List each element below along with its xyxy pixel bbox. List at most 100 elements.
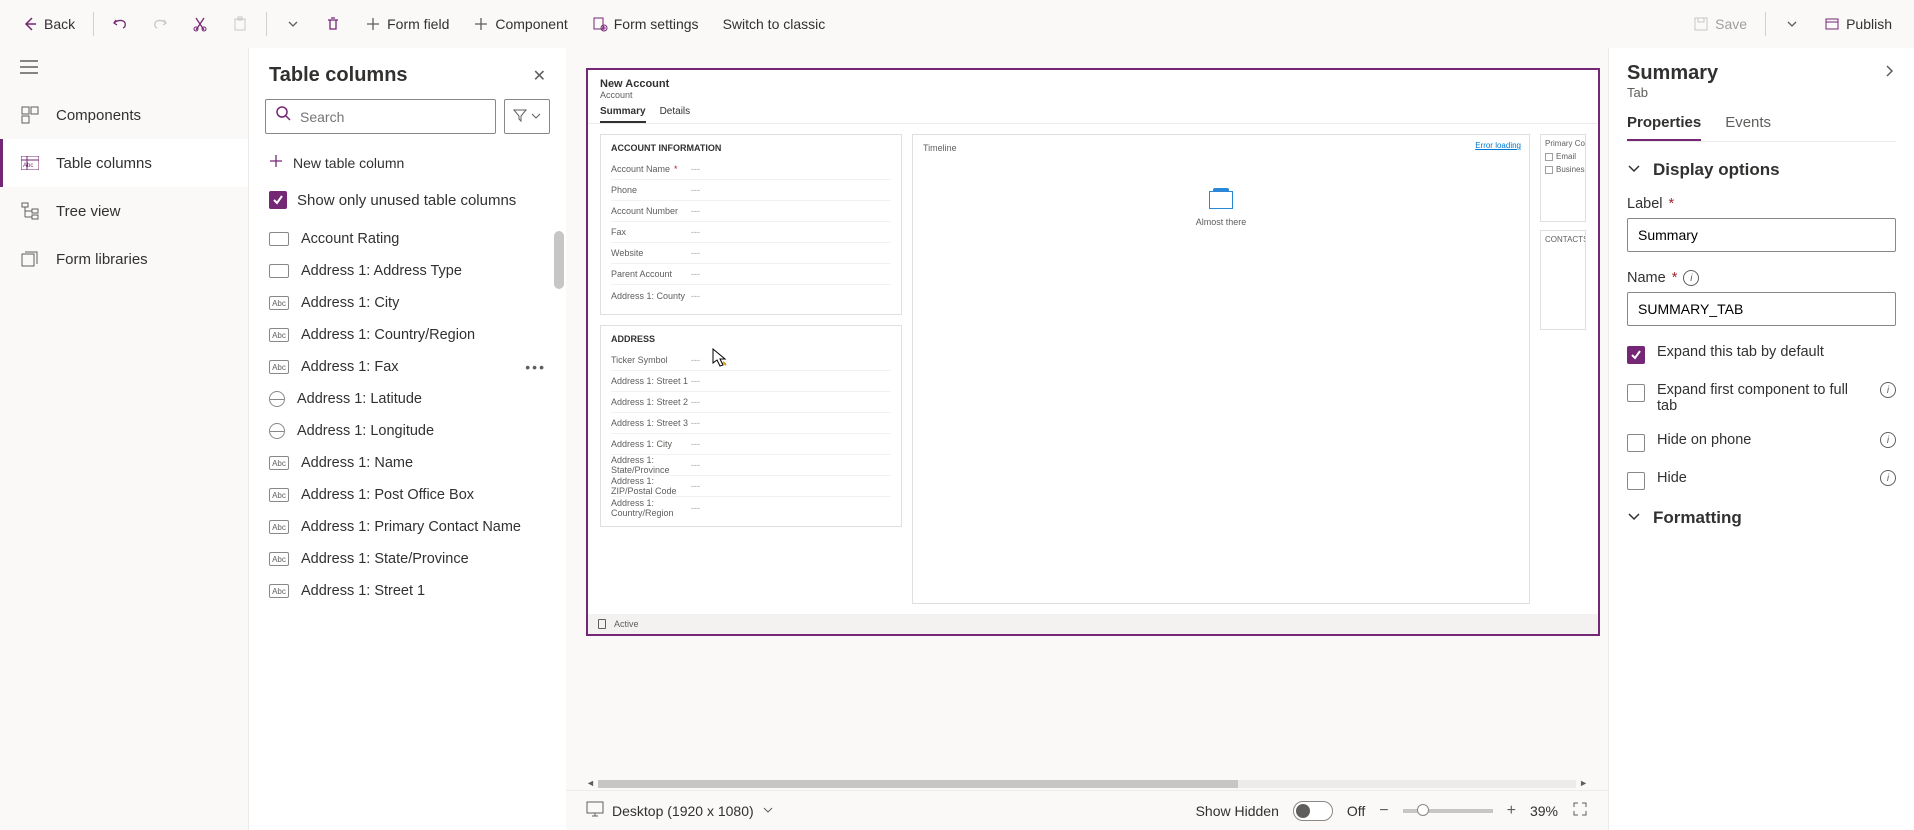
zoom-in-button[interactable]: + — [1507, 802, 1516, 820]
column-item[interactable]: AbcAddress 1: Fax••• — [249, 351, 566, 383]
back-button[interactable]: Back — [12, 10, 85, 38]
close-panel-button[interactable]: ✕ — [533, 66, 546, 86]
info-icon[interactable]: i — [1683, 270, 1699, 286]
card-field: Business — [1556, 165, 1586, 174]
form-field-row[interactable]: Address 1: Street 2--- — [611, 392, 891, 413]
undo-button[interactable] — [102, 10, 138, 38]
publish-button[interactable]: Publish — [1814, 10, 1902, 38]
svg-text:Abc: Abc — [23, 163, 33, 169]
switch-classic-button[interactable]: Switch to classic — [713, 10, 836, 38]
form-field-row[interactable]: Address 1: Country/Region--- — [611, 497, 891, 518]
rail-item-table-columns[interactable]: Abc Table columns — [0, 139, 248, 187]
horizontal-scrollbar[interactable]: ◄ ► — [586, 778, 1588, 790]
filter-button[interactable] — [504, 99, 550, 134]
delete-button[interactable] — [315, 10, 351, 38]
show-unused-checkbox-row[interactable]: Show only unused table columns — [249, 181, 566, 223]
column-item[interactable]: Account Rating — [249, 223, 566, 255]
rail-item-form-libraries[interactable]: Form libraries — [0, 235, 248, 283]
column-item[interactable]: AbcAddress 1: Post Office Box — [249, 479, 566, 511]
rail-label: Table columns — [56, 155, 152, 172]
form-field-row[interactable]: Website--- — [611, 243, 891, 264]
section-account-info[interactable]: ACCOUNT INFORMATION Account Name*---Phon… — [600, 134, 902, 315]
prop-tab-events[interactable]: Events — [1725, 114, 1771, 141]
form-settings-button[interactable]: Form settings — [582, 10, 709, 38]
form-field-row[interactable]: Account Number--- — [611, 201, 891, 222]
form-tab-details[interactable]: Details — [660, 106, 691, 123]
show-hidden-toggle[interactable] — [1293, 801, 1333, 821]
add-form-field-button[interactable]: Form field — [355, 10, 459, 38]
save-button[interactable]: Save — [1683, 10, 1757, 38]
paste-button[interactable] — [222, 10, 258, 38]
scrollbar-thumb[interactable] — [554, 231, 564, 289]
search-input-wrapper[interactable] — [265, 99, 496, 134]
primary-contact-card[interactable]: Primary Co Email Business — [1540, 134, 1586, 222]
zoom-slider[interactable] — [1403, 809, 1493, 813]
form-field-row[interactable]: Address 1: City--- — [611, 434, 891, 455]
save-dropdown[interactable] — [1774, 10, 1810, 38]
name-input[interactable] — [1627, 292, 1896, 326]
hide-phone-checkbox[interactable]: Hide on phone i — [1627, 432, 1896, 452]
column-item[interactable]: AbcAddress 1: Primary Contact Name — [249, 511, 566, 543]
viewport-label[interactable]: Desktop (1920 x 1080) — [612, 803, 754, 819]
column-item[interactable]: AbcAddress 1: State/Province — [249, 543, 566, 575]
form-field-row[interactable]: Address 1: State/Province--- — [611, 455, 891, 476]
section-display-options[interactable]: Display options — [1627, 160, 1896, 180]
cut-button[interactable] — [182, 10, 218, 38]
form-field-row[interactable]: Parent Account--- — [611, 264, 891, 285]
info-icon[interactable]: i — [1880, 470, 1896, 486]
form-field-row[interactable]: Address 1: County--- — [611, 285, 891, 306]
timeline-section[interactable]: Error loading Timeline Almost there — [912, 134, 1530, 604]
column-item[interactable]: AbcAddress 1: Name — [249, 447, 566, 479]
scroll-left-icon[interactable]: ◄ — [586, 778, 595, 788]
label-input[interactable] — [1627, 218, 1896, 252]
column-item[interactable]: AbcAddress 1: Country/Region — [249, 319, 566, 351]
zoom-out-button[interactable]: − — [1379, 802, 1388, 820]
contacts-card[interactable]: CONTACTS — [1540, 230, 1586, 330]
hamburger-button[interactable] — [0, 48, 248, 91]
scrollbar-thumb[interactable] — [598, 780, 1238, 788]
redo-button[interactable] — [142, 10, 178, 38]
rail-item-tree-view[interactable]: Tree view — [0, 187, 248, 235]
column-list[interactable]: Account RatingAddress 1: Address TypeAbc… — [249, 223, 566, 830]
scroll-right-icon[interactable]: ► — [1579, 778, 1588, 788]
paste-dropdown[interactable] — [275, 10, 311, 38]
column-item[interactable]: Address 1: Address Type — [249, 255, 566, 287]
zoom-value: 39% — [1530, 803, 1558, 819]
form-field-row[interactable]: Fax--- — [611, 222, 891, 243]
checkbox-icon — [1627, 346, 1645, 364]
form-tab-summary[interactable]: Summary — [600, 106, 646, 123]
hide-checkbox[interactable]: Hide i — [1627, 470, 1896, 490]
expand-panel-button[interactable] — [1882, 64, 1896, 83]
more-icon[interactable]: ••• — [525, 359, 546, 375]
search-input[interactable] — [300, 109, 485, 125]
chevron-down-icon[interactable] — [762, 803, 774, 819]
plus-icon — [473, 16, 489, 32]
new-column-label: New table column — [293, 155, 404, 171]
zoom-slider-thumb[interactable] — [1417, 804, 1429, 816]
form-field-row[interactable]: Phone--- — [611, 180, 891, 201]
form-field-row[interactable]: Ticker Symbol--- — [611, 350, 891, 371]
expand-first-checkbox[interactable]: Expand first component to full tab i — [1627, 382, 1896, 414]
new-table-column-button[interactable]: New table column — [249, 144, 566, 181]
info-icon[interactable]: i — [1880, 432, 1896, 448]
form-preview[interactable]: New Account Account Summary Details ACCO… — [586, 68, 1600, 636]
form-field-row[interactable]: Address 1: Street 1--- — [611, 371, 891, 392]
column-item[interactable]: Address 1: Latitude — [249, 383, 566, 415]
plus-icon — [269, 154, 283, 171]
column-item[interactable]: Address 1: Longitude — [249, 415, 566, 447]
column-item[interactable]: AbcAddress 1: City — [249, 287, 566, 319]
form-field-row[interactable]: Address 1: ZIP/Postal Code--- — [611, 476, 891, 497]
chevron-down-icon — [1627, 160, 1641, 180]
info-icon[interactable]: i — [1880, 382, 1896, 398]
expand-default-checkbox[interactable]: Expand this tab by default — [1627, 344, 1896, 364]
fit-icon[interactable] — [1572, 801, 1588, 820]
column-item[interactable]: AbcAddress 1: Street 1 — [249, 575, 566, 607]
form-field-row[interactable]: Account Name*--- — [611, 159, 891, 180]
rail-item-components[interactable]: Components — [0, 91, 248, 139]
error-loading-link[interactable]: Error loading — [1475, 141, 1521, 150]
section-formatting[interactable]: Formatting — [1627, 508, 1896, 528]
prop-tab-properties[interactable]: Properties — [1627, 114, 1701, 141]
section-address[interactable]: ADDRESS Ticker Symbol---Address 1: Stree… — [600, 325, 902, 527]
add-component-button[interactable]: Component — [463, 10, 577, 38]
form-field-row[interactable]: Address 1: Street 3--- — [611, 413, 891, 434]
